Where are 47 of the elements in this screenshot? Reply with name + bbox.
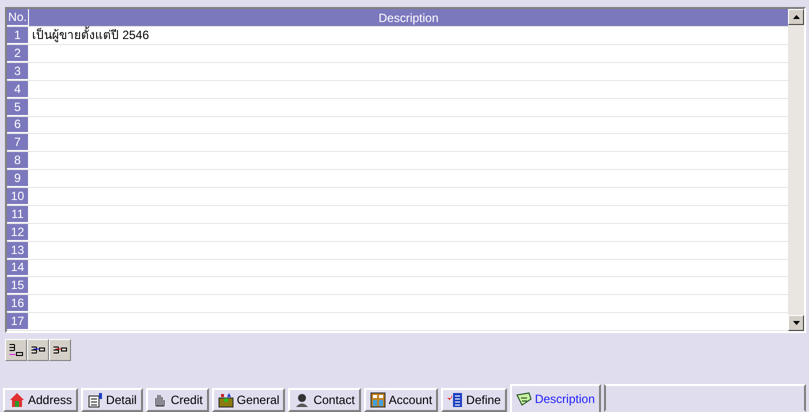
tab[interactable]: Description xyxy=(510,384,601,412)
scrollbar[interactable] xyxy=(788,9,804,331)
tab[interactable]: Credit xyxy=(146,388,209,412)
scroll-down-button[interactable] xyxy=(788,315,804,331)
append-row-icon xyxy=(9,344,23,356)
row-number: 6 xyxy=(7,116,29,134)
toolbar-button[interactable] xyxy=(5,339,27,361)
row-number: 8 xyxy=(7,152,29,170)
tab[interactable]: Account xyxy=(364,388,438,412)
row-number: 5 xyxy=(7,98,29,116)
note-icon xyxy=(516,391,532,407)
tab[interactable]: Define xyxy=(441,388,507,412)
scroll-up-button[interactable] xyxy=(788,9,804,25)
person-icon xyxy=(294,392,310,408)
house-icon xyxy=(9,392,25,408)
insert-row-icon xyxy=(31,346,45,354)
up-arrow-icon xyxy=(792,15,800,19)
row-number: 15 xyxy=(7,277,29,294)
row-number: 11 xyxy=(7,206,29,223)
toolbar-button[interactable] xyxy=(27,339,49,361)
tab[interactable]: General xyxy=(212,388,286,412)
row-number: 16 xyxy=(7,295,29,312)
row-number: 17 xyxy=(7,313,29,330)
row-number: 12 xyxy=(7,224,29,241)
column-header: No. xyxy=(7,9,29,26)
list-icon xyxy=(447,392,464,408)
tab[interactable]: Contact xyxy=(288,388,361,412)
column-header: Description xyxy=(29,9,788,26)
row-number: 13 xyxy=(7,242,29,258)
row-number: 4 xyxy=(7,80,29,98)
data-grid[interactable]: No. Description 1 เป็นผู้ขายตั้งแต่ปี 2546 2 3 4 5 6 7 8 9 10 11 12 13 14 15 16 17 xyxy=(5,7,806,333)
document-icon xyxy=(87,392,104,408)
row-number: 9 xyxy=(7,170,29,187)
tab[interactable]: Address xyxy=(3,388,78,412)
row-number: 2 xyxy=(7,45,29,62)
ledger-icon xyxy=(370,392,386,408)
row-number: 3 xyxy=(7,62,29,80)
row-number: 7 xyxy=(7,134,29,152)
delete-row-icon xyxy=(53,346,67,354)
table-cell[interactable]: เป็นผู้ขายตั้งแต่ปี 2546 xyxy=(29,27,788,44)
row-number: 10 xyxy=(7,188,29,205)
box-icon xyxy=(218,392,234,408)
toolbar-button[interactable] xyxy=(49,339,71,361)
row-number: 14 xyxy=(7,260,29,276)
row-number: 1 xyxy=(7,27,29,44)
tab[interactable]: Detail xyxy=(81,388,143,412)
down-arrow-icon xyxy=(792,321,800,325)
